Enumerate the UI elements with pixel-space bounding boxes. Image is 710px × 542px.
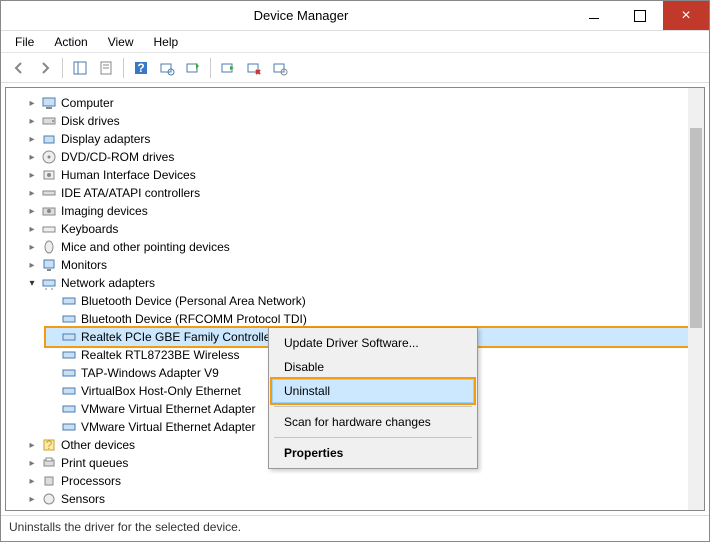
tree-node[interactable]: Display adapters <box>26 130 704 148</box>
tree-label: VMware Virtual Ethernet Adapter <box>81 402 256 416</box>
tree-label: Bluetooth Device (Personal Area Network) <box>81 294 306 308</box>
tree-label: Other devices <box>61 438 135 452</box>
tree-node[interactable]: DVD/CD-ROM drives <box>26 148 704 166</box>
svg-text:?: ? <box>137 61 144 75</box>
dvd-icon <box>41 149 57 165</box>
tree-label: Bluetooth Device (RFCOMM Protocol TDI) <box>81 312 307 326</box>
update-driver-button[interactable] <box>181 56 205 80</box>
network-icon <box>61 293 77 309</box>
menu-action[interactable]: Action <box>46 33 95 51</box>
network-icon <box>61 329 77 345</box>
device-tree[interactable]: Computer Disk drives Display adapters DV… <box>5 87 705 511</box>
network-icon <box>61 365 77 381</box>
tree-label: Human Interface Devices <box>61 168 196 182</box>
close-button[interactable] <box>663 1 709 30</box>
tree-label: Keyboards <box>61 222 118 236</box>
context-separator <box>274 406 472 407</box>
network-icon <box>61 311 77 327</box>
window-title: Device Manager <box>31 8 571 23</box>
tree-label: VirtualBox Host-Only Ethernet <box>81 384 241 398</box>
other-icon: ? <box>41 437 57 453</box>
tree-label: Network adapters <box>61 276 155 290</box>
enable-button[interactable] <box>216 56 240 80</box>
monitor-icon <box>41 257 57 273</box>
tree-node[interactable]: IDE ATA/ATAPI controllers <box>26 184 704 202</box>
forward-button[interactable] <box>33 56 57 80</box>
context-disable[interactable]: Disable <box>272 355 474 379</box>
properties-button[interactable] <box>94 56 118 80</box>
context-separator <box>274 437 472 438</box>
tree-label: Processors <box>61 474 121 488</box>
content-area: Computer Disk drives Display adapters DV… <box>1 83 709 515</box>
tree-node[interactable]: Monitors <box>26 256 704 274</box>
display-icon <box>41 131 57 147</box>
sensor-icon <box>41 491 57 507</box>
tree-label: Monitors <box>61 258 107 272</box>
tree-node-network[interactable]: Network adapters <box>26 274 704 292</box>
uninstall-toolbar-button[interactable] <box>242 56 266 80</box>
help-button[interactable]: ? <box>129 56 153 80</box>
network-icon <box>61 383 77 399</box>
minimize-button[interactable] <box>571 1 617 30</box>
mouse-icon <box>41 239 57 255</box>
maximize-button[interactable] <box>617 1 663 30</box>
ide-icon <box>41 185 57 201</box>
tree-label: Print queues <box>61 456 128 470</box>
hid-icon <box>41 167 57 183</box>
tree-label: Realtek PCIe GBE Family Controller <box>81 330 274 344</box>
show-hide-console-button[interactable] <box>68 56 92 80</box>
status-text: Uninstalls the driver for the selected d… <box>9 520 241 534</box>
scan-hardware-button[interactable] <box>155 56 179 80</box>
context-menu: Update Driver Software... Disable Uninst… <box>268 327 478 469</box>
context-update-driver[interactable]: Update Driver Software... <box>272 331 474 355</box>
disk-icon <box>41 113 57 129</box>
tree-node[interactable]: Keyboards <box>26 220 704 238</box>
network-icon <box>61 401 77 417</box>
keyboard-icon <box>41 221 57 237</box>
tree-label: IDE ATA/ATAPI controllers <box>61 186 200 200</box>
menu-help[interactable]: Help <box>146 33 187 51</box>
svg-text:?: ? <box>46 438 53 452</box>
menu-file[interactable]: File <box>7 33 42 51</box>
context-scan[interactable]: Scan for hardware changes <box>272 410 474 434</box>
tree-node[interactable]: Human Interface Devices <box>26 166 704 184</box>
tree-label: Mice and other pointing devices <box>61 240 230 254</box>
titlebar: Device Manager <box>1 1 709 31</box>
tree-label: Imaging devices <box>61 204 148 218</box>
toolbar: ? <box>1 53 709 83</box>
tree-node[interactable]: Sensors <box>26 490 704 508</box>
tree-label: Computer <box>61 96 114 110</box>
context-uninstall[interactable]: Uninstall <box>272 379 474 403</box>
tree-label: TAP-Windows Adapter V9 <box>81 366 219 380</box>
menu-view[interactable]: View <box>100 33 142 51</box>
tree-label: Sensors <box>61 492 105 506</box>
tree-node[interactable]: Mice and other pointing devices <box>26 238 704 256</box>
tree-label: Display adapters <box>61 132 150 146</box>
back-button[interactable] <box>7 56 31 80</box>
printer-icon <box>41 455 57 471</box>
tree-node[interactable]: Imaging devices <box>26 202 704 220</box>
tree-label: Realtek RTL8723BE Wireless <box>81 348 240 362</box>
cpu-icon <box>41 473 57 489</box>
tree-node[interactable]: Bluetooth Device (Personal Area Network) <box>46 292 704 310</box>
tree-node[interactable]: Bluetooth Device (RFCOMM Protocol TDI) <box>46 310 704 328</box>
tree-node[interactable]: Computer <box>26 94 704 112</box>
tree-label: VMware Virtual Ethernet Adapter <box>81 420 256 434</box>
scan-changes-button[interactable] <box>268 56 292 80</box>
statusbar: Uninstalls the driver for the selected d… <box>1 515 709 537</box>
network-icon <box>61 347 77 363</box>
computer-icon <box>41 95 57 111</box>
tree-label: DVD/CD-ROM drives <box>61 150 174 164</box>
menubar: File Action View Help <box>1 31 709 53</box>
network-icon <box>41 275 57 291</box>
context-properties[interactable]: Properties <box>272 441 474 465</box>
window-buttons <box>571 1 709 30</box>
network-icon <box>61 419 77 435</box>
tree-label: Disk drives <box>61 114 120 128</box>
imaging-icon <box>41 203 57 219</box>
vertical-scrollbar[interactable] <box>688 88 704 510</box>
tree-node[interactable]: Processors <box>26 472 704 490</box>
tree-node[interactable]: Disk drives <box>26 112 704 130</box>
